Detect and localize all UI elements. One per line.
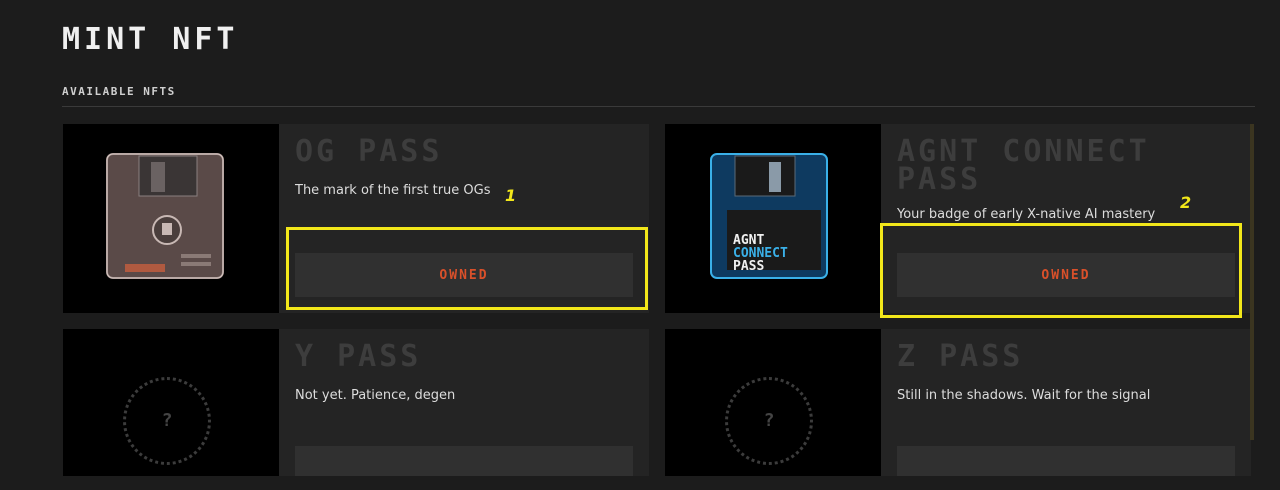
nft-card-y-pass: ? Y PASS Not yet. Patience, degen	[63, 329, 649, 476]
agnt-connect-pass-title: AGNT CONNECT PASS	[897, 134, 1150, 197]
y-pass-button[interactable]	[295, 446, 633, 476]
scrollbar[interactable]	[1250, 124, 1254, 440]
og-pass-image	[63, 124, 279, 313]
y-pass-title: Y PASS	[295, 339, 422, 374]
y-pass-image: ?	[63, 329, 279, 476]
art-text-line-3: PASS	[733, 259, 764, 274]
locked-placeholder-icon: ?	[725, 377, 813, 465]
agnt-connect-pass-description: Your badge of early X-native AI mastery	[897, 207, 1156, 222]
highlight-box-2	[880, 223, 1242, 318]
page-title: MINT NFT	[62, 22, 239, 57]
z-pass-title: Z PASS	[897, 339, 1024, 374]
agnt-connect-pass-image: AGNT CONNECT PASS	[665, 124, 881, 313]
floppy-disk-icon	[106, 153, 224, 279]
y-pass-info: Y PASS Not yet. Patience, degen	[279, 329, 649, 476]
og-pass-title: OG PASS	[295, 134, 443, 169]
highlight-box-1	[286, 227, 648, 310]
annotation-label-1: 1	[505, 186, 517, 205]
y-pass-description: Not yet. Patience, degen	[295, 388, 456, 403]
question-mark-icon: ?	[763, 410, 775, 431]
og-pass-description: The mark of the first true OGs	[295, 183, 491, 198]
floppy-disk-icon: AGNT CONNECT PASS	[710, 153, 828, 279]
divider	[62, 106, 1255, 107]
z-pass-image: ?	[665, 329, 881, 476]
z-pass-description: Still in the shadows. Wait for the signa…	[897, 388, 1151, 403]
locked-placeholder-icon: ?	[123, 377, 211, 465]
question-mark-icon: ?	[161, 410, 173, 431]
z-pass-button[interactable]	[897, 446, 1235, 476]
section-label: AVAILABLE NFTS	[62, 85, 176, 98]
annotation-label-2: 2	[1180, 193, 1192, 212]
z-pass-info: Z PASS Still in the shadows. Wait for th…	[881, 329, 1251, 476]
nft-card-z-pass: ? Z PASS Still in the shadows. Wait for …	[665, 329, 1251, 476]
